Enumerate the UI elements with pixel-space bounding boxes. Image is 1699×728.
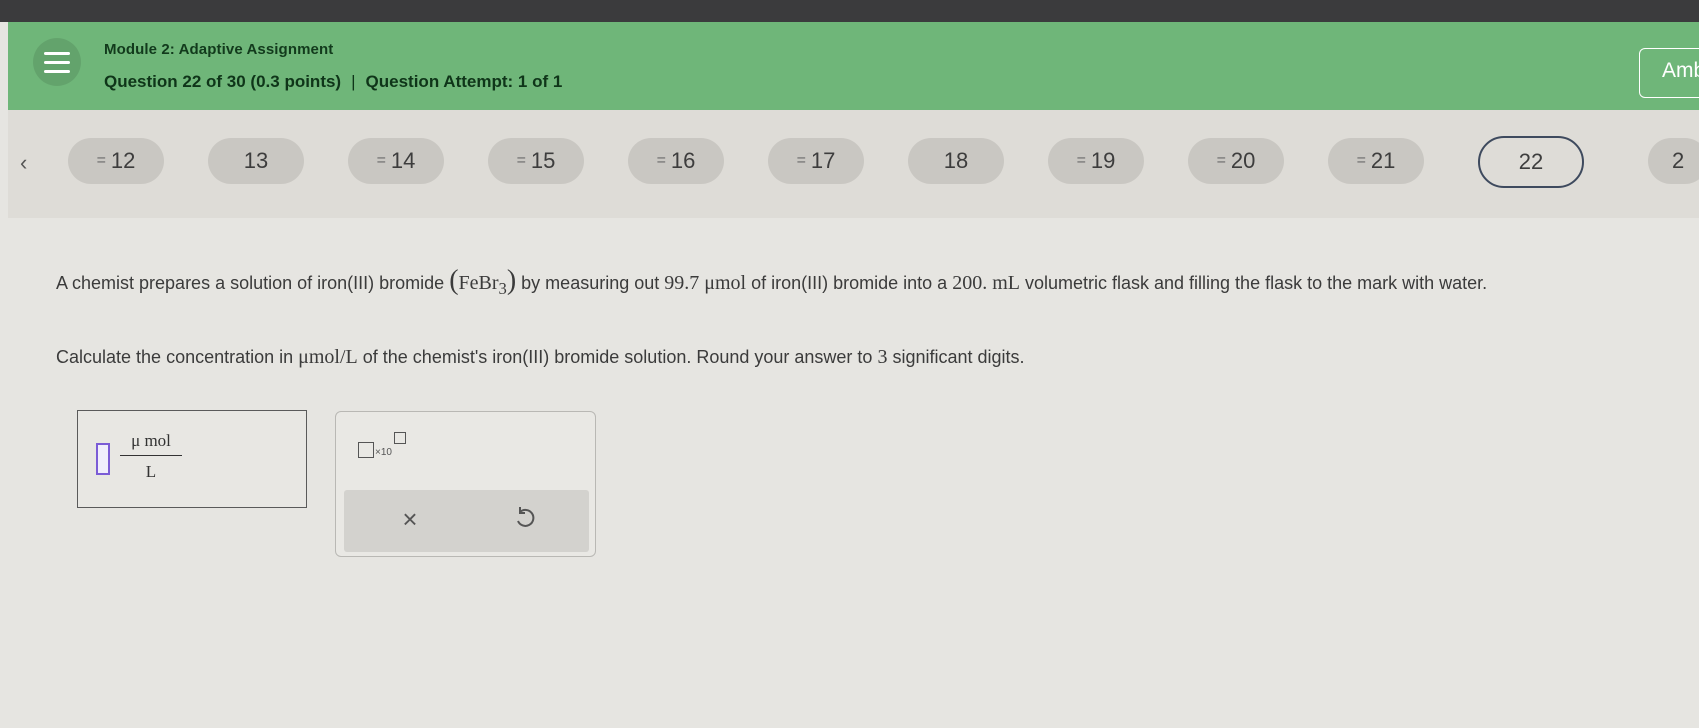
- module-title: Module 2: Adaptive Assignment: [104, 41, 334, 58]
- answered-icon: =: [376, 152, 386, 169]
- question-pill-18[interactable]: 18: [908, 138, 1004, 184]
- nav-prev-button[interactable]: ‹: [20, 150, 27, 176]
- question-pill-20[interactable]: = 20: [1188, 138, 1284, 184]
- instruction-text: Calculate the concentration in μmol/L of…: [56, 346, 1025, 368]
- question-pill-15[interactable]: = 15: [488, 138, 584, 184]
- x10-label: ×10: [375, 447, 392, 458]
- question-number: 18: [943, 148, 969, 173]
- placeholder-box-icon: [358, 442, 374, 458]
- question-pill-14[interactable]: = 14: [348, 138, 444, 184]
- scientific-notation-button[interactable]: ×10: [358, 432, 418, 466]
- unit-fraction: μ mol L: [120, 431, 182, 482]
- problem-statement: A chemist prepares a solution of iron(II…: [56, 265, 1488, 298]
- question-number: 20: [1230, 148, 1256, 173]
- question-pill-12[interactable]: = 12: [68, 138, 164, 184]
- browser-tab-strip: [0, 0, 1699, 22]
- unit-numerator: μ mol: [120, 431, 182, 456]
- user-menu-button[interactable]: Amb: [1639, 48, 1699, 98]
- question-pill-13[interactable]: 13: [208, 138, 304, 184]
- question-number: 14: [390, 148, 416, 173]
- assignment-header: Module 2: Adaptive Assignment Question 2…: [8, 22, 1699, 110]
- undo-button[interactable]: [512, 506, 546, 540]
- volume-value: 200. mL: [952, 272, 1020, 294]
- question-number: 16: [670, 148, 696, 173]
- question-number: 22: [1518, 149, 1544, 174]
- question-pill-2[interactable]: 2: [1648, 138, 1699, 184]
- formula: (FeBr3): [449, 265, 517, 298]
- answered-icon: =: [516, 152, 526, 169]
- clear-button[interactable]: ×: [390, 504, 430, 538]
- answered-icon: =: [1216, 152, 1226, 169]
- separator: |: [351, 72, 356, 91]
- answered-icon: =: [796, 152, 806, 169]
- question-pill-16[interactable]: = 16: [628, 138, 724, 184]
- undo-icon: [517, 507, 535, 527]
- question-position: Question 22 of 30 (0.3 points): [104, 72, 342, 91]
- menu-icon: [44, 51, 70, 55]
- answered-icon: =: [1356, 152, 1366, 169]
- tools-actions: ×: [344, 490, 589, 552]
- question-number: 21: [1370, 148, 1396, 173]
- question-pill-17[interactable]: = 17: [768, 138, 864, 184]
- question-number: 15: [530, 148, 556, 173]
- question-number: 17: [810, 148, 836, 173]
- question-number: 13: [243, 148, 269, 173]
- question-pill-19[interactable]: = 19: [1048, 138, 1144, 184]
- question-pill-22[interactable]: 22: [1478, 136, 1584, 188]
- exponent-box-icon: [394, 432, 406, 444]
- answer-box: μ mol L: [77, 410, 307, 508]
- question-number: 12: [110, 148, 136, 173]
- unit-denominator: L: [145, 462, 157, 481]
- answered-icon: =: [656, 152, 666, 169]
- question-number: 19: [1090, 148, 1116, 173]
- answered-icon: =: [96, 152, 106, 169]
- sig-digits: 3: [877, 346, 888, 368]
- question-attempt: Question Attempt: 1 of 1: [365, 72, 563, 91]
- menu-button[interactable]: [33, 38, 81, 86]
- answered-icon: =: [1076, 152, 1086, 169]
- answer-input[interactable]: [96, 443, 110, 475]
- math-tools-panel: ×10 ×: [335, 411, 596, 557]
- question-navigation: ‹ = 12 13 = 14 = 15 = 16 = 17 18 = 19 = 20 = 21 22 2: [8, 110, 1699, 218]
- question-info: Question 22 of 30 (0.3 points) | Question …: [104, 72, 562, 92]
- question-content: A chemist prepares a solution of iron(II…: [0, 218, 1699, 728]
- amount-value: 99.7 μmol: [664, 272, 747, 294]
- question-number: 2: [1672, 148, 1685, 173]
- question-pill-21[interactable]: = 21: [1328, 138, 1424, 184]
- unit-text: μmol/L: [298, 346, 358, 368]
